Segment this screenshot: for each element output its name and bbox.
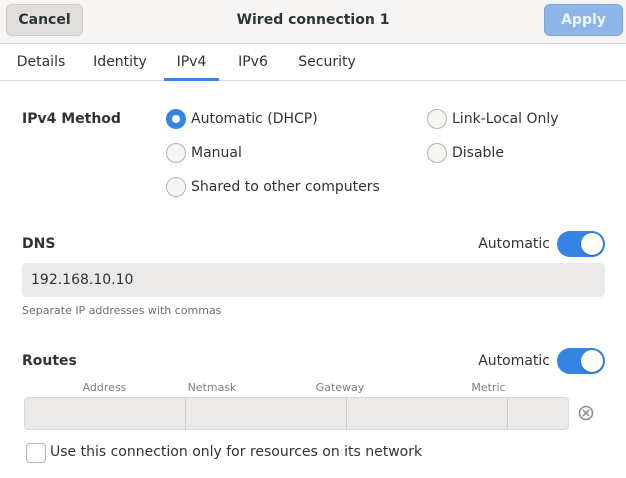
column-header-gateway: Gateway (315, 381, 365, 394)
routes-label: Routes (22, 353, 77, 369)
header-bar: Cancel Wired connection 1 Apply (0, 0, 626, 44)
routes-automatic-switch[interactable] (557, 348, 605, 374)
tab-ipv6[interactable]: IPv6 (227, 44, 279, 81)
only-resources-label[interactable]: Use this connection only for resources o… (50, 444, 422, 460)
column-header-metric: Metric (471, 381, 506, 394)
radio-manual[interactable] (166, 143, 186, 163)
column-header-netmask: Netmask (187, 381, 237, 394)
tab-identity[interactable]: Identity (84, 44, 156, 81)
radio-disable[interactable] (427, 143, 447, 163)
route-address-input[interactable] (24, 397, 186, 430)
dialog-title: Wired connection 1 (236, 12, 390, 28)
radio-automatic-dhcp-label[interactable]: Automatic (DHCP) (191, 111, 318, 127)
dns-hint: Separate IP addresses with commas (22, 304, 222, 317)
radio-disable-label[interactable]: Disable (452, 145, 504, 161)
radio-manual-label[interactable]: Manual (191, 145, 242, 161)
switch-knob (581, 350, 603, 372)
radio-shared[interactable] (166, 177, 186, 197)
apply-button[interactable]: Apply (544, 4, 623, 36)
switch-knob (581, 233, 603, 255)
radio-shared-label[interactable]: Shared to other computers (191, 179, 380, 195)
dns-automatic-label: Automatic (478, 236, 550, 252)
edit-clear-icon[interactable] (577, 404, 595, 422)
tab-ipv4[interactable]: IPv4 (164, 44, 219, 81)
only-resources-checkbox[interactable] (26, 443, 46, 463)
tab-bar: Details Identity IPv4 IPv6 Security (0, 44, 626, 81)
radio-link-local-only-label[interactable]: Link-Local Only (452, 111, 559, 127)
dns-automatic-switch[interactable] (557, 231, 605, 257)
routes-automatic-label: Automatic (478, 353, 550, 369)
route-gateway-input[interactable] (346, 397, 508, 430)
ipv4-method-label: IPv4 Method (22, 111, 121, 127)
radio-link-local-only[interactable] (427, 109, 447, 129)
dns-label: DNS (22, 236, 56, 252)
tab-security[interactable]: Security (287, 44, 367, 81)
route-metric-input[interactable] (507, 397, 569, 430)
route-netmask-input[interactable] (185, 397, 347, 430)
tab-details[interactable]: Details (6, 44, 76, 81)
column-header-address: Address (82, 381, 127, 394)
dns-input[interactable]: 192.168.10.10 (22, 263, 605, 297)
radio-automatic-dhcp[interactable] (166, 109, 186, 129)
